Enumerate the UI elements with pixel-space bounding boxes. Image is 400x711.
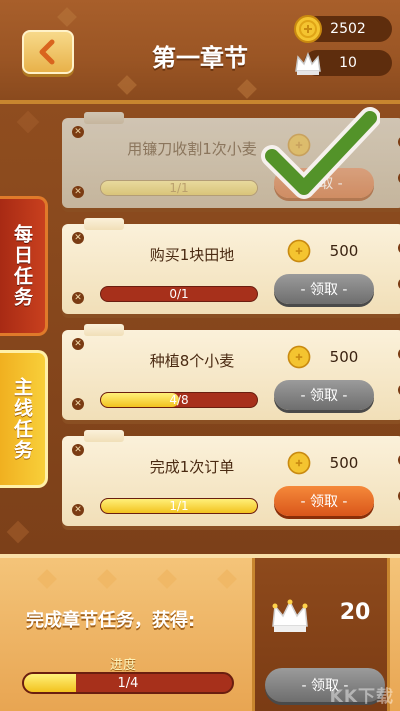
- quest-progress-bar: 1/1: [100, 498, 258, 514]
- quest-reward: 500: [329, 348, 359, 366]
- chapter-reward-panel: 完成章节任务，获得: 进度 1/4 20 - 领取 - KK下载: [0, 554, 400, 711]
- claim-label: - 领取 -: [300, 494, 348, 510]
- quest-progress-text: 1/1: [169, 499, 189, 513]
- crown-amount: 10: [339, 55, 357, 71]
- chapter-progress-bar: 1/4: [22, 672, 234, 694]
- rivet: ✕: [72, 292, 84, 304]
- coin-icon: [287, 345, 311, 369]
- rivet: ✕: [72, 186, 84, 198]
- quest-card: ✕ ✕ 种植8个小麦 500 4/8 - 领取 -: [62, 324, 400, 420]
- quest-card: ✕ ✕ 用镰刀收割1次小麦 1/1 领取 -: [62, 107, 400, 208]
- quest-progress-text: 0/1: [169, 287, 189, 301]
- rivet: ✕: [72, 126, 84, 138]
- decor-diamond: [16, 110, 40, 134]
- quest-name: 购买1块田地: [149, 246, 235, 264]
- quest-progress-bar: 4/8: [100, 392, 258, 408]
- card-notch: [84, 218, 124, 230]
- decor-diamond: [97, 569, 117, 589]
- checkmark-icon: [261, 107, 380, 199]
- decor-diamond: [37, 569, 57, 589]
- crown-icon: [295, 51, 321, 75]
- watermark: KK下载: [329, 687, 394, 707]
- quest-progress-text: 4/8: [169, 393, 189, 407]
- decor-diamond: [237, 79, 257, 99]
- rivet: ✕: [72, 444, 84, 456]
- quest-progress-bar: 1/1: [100, 180, 258, 196]
- decor-diamond: [57, 7, 77, 27]
- rivet: ✕: [72, 504, 84, 516]
- card-notch: [84, 112, 124, 124]
- quest-progress-bar: 0/1: [100, 286, 258, 302]
- decor-diamond: [117, 75, 137, 95]
- claim-button[interactable]: - 领取 -: [274, 486, 374, 516]
- tab-daily-quests[interactable]: 每日任务: [0, 196, 48, 336]
- decor-diamond: [217, 569, 237, 589]
- coin-amount: 2502: [330, 21, 366, 37]
- quest-reward: 500: [329, 454, 359, 472]
- claim-label: - 领取 -: [300, 282, 348, 298]
- rivet: ✕: [72, 338, 84, 350]
- tab-main-quests[interactable]: 主线任务: [0, 350, 48, 488]
- tab-main-label: 主线任务: [11, 377, 33, 461]
- coin-icon: [287, 451, 311, 475]
- quest-name: 种植8个小麦: [149, 352, 235, 370]
- claim-button[interactable]: - 领取 -: [274, 380, 374, 410]
- rivet: ✕: [72, 232, 84, 244]
- decor-diamond: [157, 569, 177, 589]
- quest-progress-text: 1/1: [169, 181, 189, 195]
- crown-counter: 10: [295, 50, 392, 76]
- progress-label: 进度: [110, 658, 137, 673]
- claim-label: - 领取 -: [300, 388, 348, 404]
- top-bar: 第一章节 2502 10: [0, 0, 400, 104]
- decor-diamond: [6, 520, 30, 544]
- chapter-reward-amount: 20: [339, 600, 371, 625]
- quest-card: ✕ ✕ 购买1块田地 500 0/1 - 领取 -: [62, 218, 400, 314]
- claim-button[interactable]: - 领取 -: [274, 274, 374, 304]
- chapter-task-label: 完成章节任务，获得:: [26, 610, 196, 631]
- card-notch: [84, 430, 124, 442]
- chapter-progress-text: 1/4: [117, 676, 139, 691]
- crown-icon: [272, 599, 308, 632]
- coin-icon: [294, 15, 322, 43]
- quest-reward: 500: [329, 242, 359, 260]
- tab-daily-label: 每日任务: [11, 224, 33, 308]
- quest-name: 完成1次订单: [149, 458, 235, 476]
- coin-counter: 2502: [294, 15, 392, 43]
- quest-card: ✕ ✕ 完成1次订单 500 1/1 - 领取 -: [62, 430, 400, 526]
- rivet: ✕: [72, 398, 84, 410]
- coin-icon: [287, 239, 311, 263]
- card-notch: [84, 324, 124, 336]
